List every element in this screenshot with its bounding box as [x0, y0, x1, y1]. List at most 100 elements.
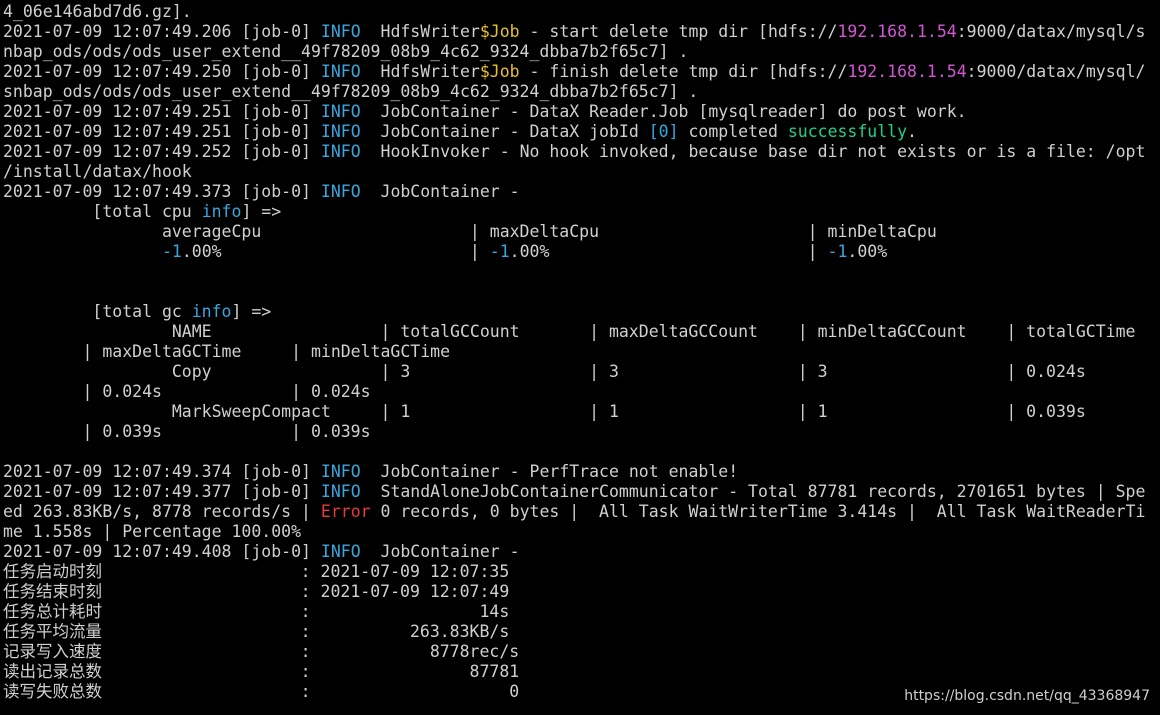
log-segment-default: HdfsWriter — [360, 22, 480, 41]
log-segment-default: JobContainer - DataX jobId — [360, 122, 649, 141]
log-segment-num: -1 — [161, 242, 182, 261]
terminal-line: 2021-07-09 12:07:49.250 [job-0] INFO Hdf… — [3, 62, 1157, 82]
terminal-line: -1.00% | -1.00% | -1.00% — [3, 242, 1157, 262]
terminal-line: 2021-07-09 12:07:49.408 [job-0] INFO Job… — [3, 542, 1157, 562]
log-segment-default: completed — [678, 122, 788, 141]
terminal-line: 2021-07-09 12:07:49.373 [job-0] INFO Job… — [3, 182, 1157, 202]
log-segment-num: -1 — [489, 242, 510, 261]
terminal-line: NAME | totalGCCount | maxDeltaGCCount | … — [3, 322, 1157, 342]
log-segment-default — [3, 242, 162, 261]
log-segment-num: -1 — [827, 242, 848, 261]
log-segment-info: INFO — [320, 182, 361, 201]
log-segment-default: /install/datax/hook — [3, 162, 192, 181]
terminal-line: [total cpu info] => — [3, 202, 1157, 222]
log-segment-default: :9000/datax/mysql/s — [956, 22, 1146, 41]
log-segment-default: | 0.039s | 0.039s — [3, 422, 371, 441]
terminal-line: ed 263.83KB/s, 8778 records/s | Error 0 … — [3, 502, 1157, 522]
log-segment-info: INFO — [320, 542, 361, 561]
log-segment-default — [3, 442, 13, 461]
log-segment-default: MarkSweepCompact | 1 | 1 | 1 | 0.039s — [3, 402, 1086, 421]
watermark: https://blog.csdn.net/qq_43368947 — [904, 688, 1150, 704]
log-segment-default: [total cpu — [3, 202, 202, 221]
log-segment-default: JobContainer - — [360, 542, 520, 561]
log-segment-default: 2021-07-09 12:07:49.408 [job-0] — [3, 542, 321, 561]
log-segment-default: Copy | 3 | 3 | 3 | 0.024s — [3, 362, 1086, 381]
log-segment-default: . — [907, 122, 917, 141]
terminal-line: nbap_ods/ods/ods_user_extend__49f78209_0… — [3, 42, 1157, 62]
log-segment-info: INFO — [320, 102, 361, 121]
terminal-line: | 0.024s | 0.024s — [3, 382, 1157, 402]
terminal-line: Copy | 3 | 3 | 3 | 0.024s — [3, 362, 1157, 382]
terminal-line: averageCpu | maxDeltaCpu | minDeltaCpu — [3, 222, 1157, 242]
log-segment-default: 2021-07-09 12:07:49.377 [job-0] — [3, 482, 321, 501]
log-segment-default: 读写失败总数 : 0 — [3, 682, 520, 701]
terminal-line: 任务总计耗时 : 14s — [3, 602, 1157, 622]
log-segment-default: 2021-07-09 12:07:49.252 [job-0] — [3, 142, 321, 161]
terminal-line — [3, 262, 1157, 282]
terminal-line: 4_06e146abd7d6.gz]. — [3, 2, 1157, 22]
log-segment-default: 2021-07-09 12:07:49.374 [job-0] — [3, 462, 321, 481]
log-segment-default: 2021-07-09 12:07:49.251 [job-0] — [3, 122, 321, 141]
log-segment-num: [0] — [648, 122, 679, 141]
log-segment-default: snbap_ods/ods/ods_user_extend__49f78209_… — [3, 82, 699, 101]
terminal-line — [3, 442, 1157, 462]
terminal-line: [total gc info] => — [3, 302, 1157, 322]
log-segment-error: Error — [320, 502, 371, 521]
log-segment-info: INFO — [320, 22, 361, 41]
log-segment-info: info — [191, 302, 232, 321]
log-segment-default: ed 263.83KB/s, 8778 records/s | — [3, 502, 321, 521]
log-segment-default — [3, 282, 13, 301]
terminal-line: 读出记录总数 : 87781 — [3, 662, 1157, 682]
log-segment-default: 任务总计耗时 : 14s — [3, 602, 510, 621]
log-segment-ip: 192.168.1.54 — [847, 62, 967, 81]
log-segment-default: 读出记录总数 : 87781 — [3, 662, 520, 681]
terminal-line: me 1.558s | Percentage 100.00% — [3, 522, 1157, 542]
log-segment-default: HookInvoker - No hook invoked, because b… — [360, 142, 1146, 161]
log-segment-info: INFO — [320, 122, 361, 141]
log-segment-default: ] => — [231, 302, 272, 321]
terminal-line: | maxDeltaGCTime | minDeltaGCTime — [3, 342, 1157, 362]
log-segment-default: HdfsWriter — [360, 62, 480, 81]
log-segment-default: 2021-07-09 12:07:49.250 [job-0] — [3, 62, 321, 81]
terminal-line: 任务结束时刻 : 2021-07-09 12:07:49 — [3, 582, 1157, 602]
log-segment-default: averageCpu | maxDeltaCpu | minDeltaCpu — [3, 222, 937, 241]
log-segment-default: 2021-07-09 12:07:49.373 [job-0] — [3, 182, 321, 201]
log-segment-default: NAME | totalGCCount | maxDeltaGCCount | … — [3, 322, 1136, 341]
log-segment-default: me 1.558s | Percentage 100.00% — [3, 522, 302, 541]
log-segment-default: 2021-07-09 12:07:49.251 [job-0] — [3, 102, 321, 121]
log-segment-info: INFO — [320, 62, 361, 81]
terminal-line: 2021-07-09 12:07:49.374 [job-0] INFO Job… — [3, 462, 1157, 482]
log-segment-default: :9000/datax/mysql/ — [966, 62, 1146, 81]
terminal-line: 2021-07-09 12:07:49.377 [job-0] INFO Sta… — [3, 482, 1157, 502]
log-segment-default: - start delete tmp dir [hdfs:// — [519, 22, 838, 41]
log-segment-default: 任务结束时刻 : 2021-07-09 12:07:49 — [3, 582, 510, 601]
log-segment-default: 任务平均流量 : 263.83KB/s — [3, 622, 510, 641]
log-segment-default: [total gc — [3, 302, 192, 321]
log-segment-default: ] => — [241, 202, 282, 221]
log-segment-info: INFO — [320, 142, 361, 161]
terminal-line: 2021-07-09 12:07:49.251 [job-0] INFO Job… — [3, 102, 1157, 122]
log-segment-default: 2021-07-09 12:07:49.206 [job-0] — [3, 22, 321, 41]
log-segment-default: nbap_ods/ods/ods_user_extend__49f78209_0… — [3, 42, 689, 61]
log-segment-default: .00% | — [509, 242, 828, 261]
log-segment-info: INFO — [320, 482, 361, 501]
log-segment-ip: 192.168.1.54 — [837, 22, 957, 41]
log-segment-default: 0 records, 0 bytes | All Task WaitWriter… — [370, 502, 1146, 521]
terminal-line: 2021-07-09 12:07:49.251 [job-0] INFO Job… — [3, 122, 1157, 142]
log-segment-default: .00% — [847, 242, 888, 261]
log-segment-info: info — [201, 202, 242, 221]
terminal-line: 任务启动时刻 : 2021-07-09 12:07:35 — [3, 562, 1157, 582]
terminal-line: 记录写入速度 : 8778rec/s — [3, 642, 1157, 662]
terminal-line — [3, 282, 1157, 302]
log-segment-default: JobContainer - DataX Reader.Job [mysqlre… — [360, 102, 967, 121]
log-segment-default: 任务启动时刻 : 2021-07-09 12:07:35 — [3, 562, 510, 581]
terminal-line: 2021-07-09 12:07:49.206 [job-0] INFO Hdf… — [3, 22, 1157, 42]
log-segment-default: StandAloneJobContainerCommunicator - Tot… — [360, 482, 1146, 501]
log-segment-default: 记录写入速度 : 8778rec/s — [3, 642, 520, 661]
terminal-line: /install/datax/hook — [3, 162, 1157, 182]
log-segment-default: | 0.024s | 0.024s — [3, 382, 371, 401]
log-segment-info: INFO — [320, 462, 361, 481]
terminal-output[interactable]: 4_06e146abd7d6.gz]. 2021-07-09 12:07:49.2… — [3, 2, 1157, 713]
terminal-line: 任务平均流量 : 263.83KB/s — [3, 622, 1157, 642]
log-segment-default: - finish delete tmp dir [hdfs:// — [519, 62, 848, 81]
